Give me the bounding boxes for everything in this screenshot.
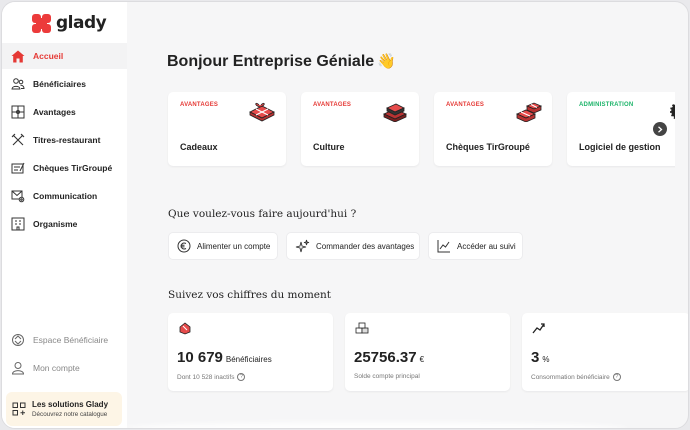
gift-illustration <box>249 102 275 122</box>
stat-consommation: 3% Consommation bénéficiaire? <box>522 313 688 391</box>
books-illustration <box>383 103 407 122</box>
stat-beneficiaires: 10 679 Bénéficiaires Dont 10 528 inactifs… <box>168 313 333 391</box>
promo-solutions[interactable]: Les solutions Glady Découvrez notre cata… <box>6 392 122 426</box>
fork-knife-icon <box>10 133 25 148</box>
commander-avantages-button[interactable]: Commander des avantages <box>286 232 420 260</box>
page-title: Bonjour Entreprise Géniale 👋 <box>167 52 396 71</box>
gear-illustration <box>668 101 675 121</box>
gift-box-icon <box>10 105 25 120</box>
card-cadeaux[interactable]: AVANTAGES Cadeaux <box>168 92 286 166</box>
acceder-suivi-button[interactable]: Accéder au suivi <box>428 232 523 260</box>
sidebar-item-avantages[interactable]: Avantages <box>2 99 127 125</box>
carousel-next-button[interactable] <box>653 122 667 136</box>
sidebar-item-communication[interactable]: Communication <box>2 183 127 209</box>
grid-plus-icon <box>12 402 26 416</box>
sidebar-item-label: Espace Bénéficiaire <box>33 335 109 345</box>
promo-subtitle: Découvrez notre catalogue <box>32 411 108 418</box>
actions-title: Que voulez-vous faire aujourd'hui ? <box>168 208 357 220</box>
card-culture[interactable]: AVANTAGES Culture <box>301 92 419 166</box>
stat-value: 25756.37 € <box>354 349 425 366</box>
card-cheques-tirgroupe[interactable]: AVANTAGES Chèques TirGroupé <box>434 92 552 166</box>
gift-stack-illustration <box>516 102 542 122</box>
action-label: Commander des avantages <box>316 241 415 251</box>
card-title: Culture <box>313 142 345 152</box>
help-icon[interactable]: ? <box>612 373 621 381</box>
wave-emoji: 👋 <box>377 53 396 70</box>
glady-logo-icon <box>32 13 51 33</box>
sidebar-item-label: Titres-restaurant <box>33 135 101 145</box>
sidebar-item-label: Avantages <box>33 107 76 117</box>
stat-unit: € <box>419 355 425 364</box>
sidebar-item-label: Mon compte <box>33 363 80 373</box>
bottom-fade <box>122 422 628 428</box>
sidebar-item-label: Communication <box>33 191 98 201</box>
sidebar-item-label: Organisme <box>33 219 78 229</box>
logo-text: glady <box>56 13 107 33</box>
logo[interactable]: glady <box>32 12 107 34</box>
badge-icon <box>179 322 191 335</box>
user-icon <box>10 361 25 376</box>
sidebar-item-label: Accueil <box>33 51 64 61</box>
home-icon <box>10 49 25 64</box>
trend-up-icon <box>532 323 545 334</box>
cheque-icon <box>10 161 25 176</box>
coins-icon <box>355 322 369 334</box>
switch-space-icon <box>10 333 25 348</box>
euro-circle-icon <box>177 239 191 254</box>
action-label: Accéder au suivi <box>457 241 516 251</box>
stat-unit: Bénéficiaires <box>225 355 272 364</box>
stats-title: Suivez vos chiffres du moment <box>168 289 331 301</box>
sparkle-icon <box>295 239 310 254</box>
action-label: Alimenter un compte <box>197 241 271 251</box>
alimenter-compte-button[interactable]: Alimenter un compte <box>168 232 278 260</box>
sidebar-item-cheques[interactable]: Chèques TirGroupé <box>2 155 127 181</box>
building-icon <box>10 217 25 232</box>
help-icon[interactable]: ? <box>237 373 246 381</box>
sidebar-item-mon-compte[interactable]: Mon compte <box>2 355 127 381</box>
sidebar-item-espace-beneficiaire[interactable]: Espace Bénéficiaire <box>2 327 127 353</box>
chart-line-icon <box>437 239 451 254</box>
card-title: Logiciel de gestion <box>579 142 661 152</box>
mail-gear-icon <box>10 189 25 204</box>
sidebar-item-organisme[interactable]: Organisme <box>2 211 127 237</box>
app-window: glady Accueil Bénéficiaires Avantages Ti… <box>1 1 689 429</box>
sidebar-item-label: Bénéficiaires <box>33 79 86 89</box>
promo-title: Les solutions Glady <box>32 400 109 409</box>
stat-value: 10 679 Bénéficiaires <box>177 349 272 366</box>
chevron-right-icon <box>658 125 663 133</box>
sidebar-item-beneficiaires[interactable]: Bénéficiaires <box>2 71 127 97</box>
sidebar-item-titres-restaurant[interactable]: Titres-restaurant <box>2 127 127 153</box>
stat-caption: Consommation bénéficiaire? <box>531 373 621 381</box>
stat-value: 3% <box>531 349 550 366</box>
card-tag: ADMINISTRATION <box>579 102 634 108</box>
stat-caption: Dont 10 528 inactifs? <box>177 373 246 381</box>
stat-caption: Solde compte principal <box>354 373 420 380</box>
stat-solde: 25756.37 € Solde compte principal <box>345 313 510 391</box>
card-title: Cadeaux <box>180 142 218 152</box>
card-title: Chèques TirGroupé <box>446 142 530 152</box>
users-icon <box>10 77 25 92</box>
greeting-text: Bonjour Entreprise Géniale <box>167 53 375 70</box>
sidebar: glady Accueil Bénéficiaires Avantages Ti… <box>2 2 127 428</box>
sidebar-item-accueil[interactable]: Accueil <box>2 43 127 69</box>
stat-unit: % <box>542 355 550 364</box>
sidebar-item-label: Chèques TirGroupé <box>33 163 113 173</box>
